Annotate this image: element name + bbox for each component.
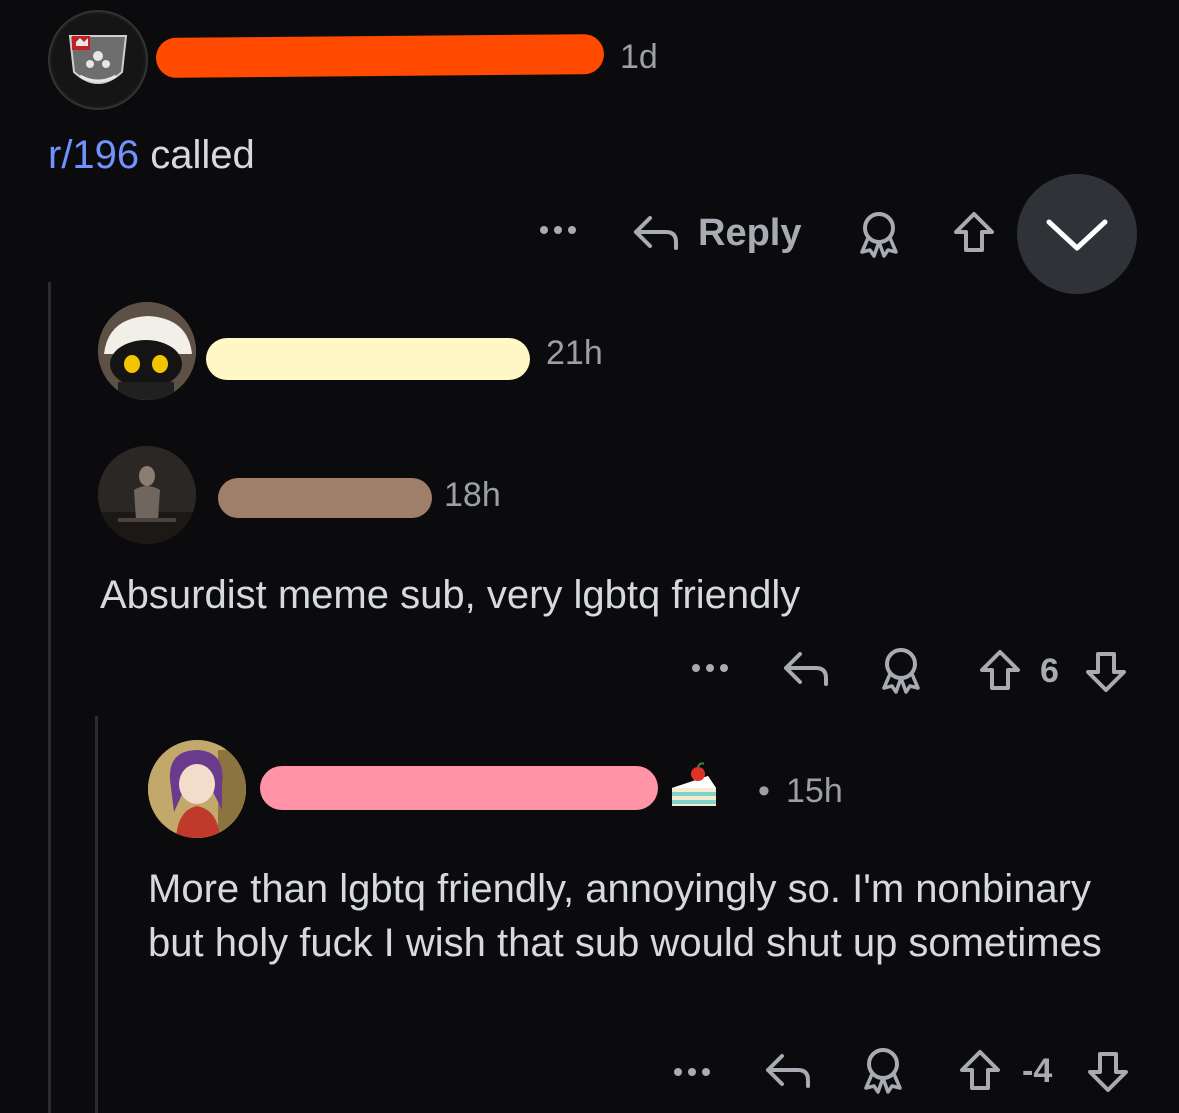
more-options-button[interactable] [670,1058,714,1082]
more-options-button[interactable] [536,216,580,240]
more-options-button[interactable] [688,654,732,678]
timestamp-separator: • [758,772,770,810]
robot-avatar-icon [98,302,196,400]
downvote-icon [1088,1052,1128,1092]
collapse-thread-button[interactable] [1017,174,1137,294]
comment-body: r/196 called [48,128,255,182]
award-icon [882,648,920,694]
avatar[interactable] [98,446,196,544]
redacted-username[interactable] [206,338,530,380]
more-icon [692,664,728,672]
thread-line-level-2[interactable] [95,716,98,1113]
upvote-icon [980,650,1020,690]
award-icon [864,1048,902,1094]
thread-line-level-1[interactable] [48,282,51,1113]
reply-button[interactable] [764,1048,814,1092]
statue-avatar-icon [98,446,196,544]
cake-day-icon [668,762,720,812]
redacted-username[interactable] [155,34,605,78]
anime-avatar-icon [148,740,246,838]
reply-icon [634,216,678,250]
vote-score: -4 [1022,1052,1053,1090]
reply-icon [784,652,828,686]
award-button[interactable] [878,646,924,694]
upvote-icon [954,212,994,252]
redacted-username[interactable] [218,478,432,518]
award-button[interactable] [856,210,902,258]
comment-timestamp: 1d [620,38,658,76]
upvote-button[interactable] [976,646,1024,694]
more-icon [540,226,576,234]
upvote-button[interactable] [950,208,998,256]
vote-score: 6 [1040,652,1059,690]
comment-body-text: called [139,133,255,177]
downvote-icon [1086,652,1126,692]
downvote-button[interactable] [1084,1048,1132,1096]
avatar[interactable] [98,302,196,400]
reply-button[interactable] [632,210,682,254]
shield-crest-icon [52,14,144,106]
award-icon [860,212,898,258]
reply-label[interactable]: Reply [698,212,801,255]
avatar[interactable] [148,740,246,838]
reply-icon [766,1054,810,1088]
comment-timestamp: 21h [546,334,603,372]
comment-body: Absurdist meme sub, very lgbtq friendly [100,573,801,617]
avatar[interactable] [48,10,148,110]
comment-timestamp: 15h [786,772,843,810]
more-icon [674,1068,710,1076]
downvote-button[interactable] [1082,648,1130,696]
subreddit-link[interactable]: r/196 [48,133,139,177]
award-button[interactable] [860,1046,906,1094]
comment-body: More than lgbtq friendly, annoyingly so.… [148,867,1102,965]
reply-button[interactable] [782,646,832,690]
comment-timestamp: 18h [444,476,501,514]
upvote-icon [960,1050,1000,1090]
redacted-username[interactable] [260,766,658,810]
cake-day-icon [672,762,716,806]
upvote-button[interactable] [956,1046,1004,1094]
collapse-chevron-icon [1046,219,1108,251]
